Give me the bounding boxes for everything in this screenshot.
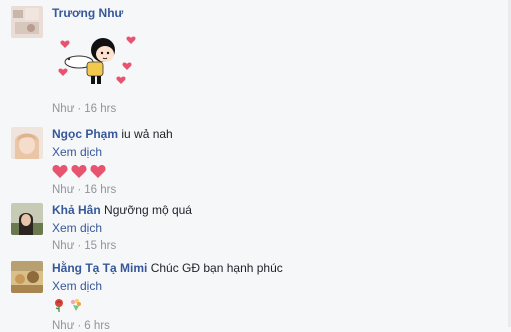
- comment-text: Chúc GĐ bạn hạnh phúc: [150, 261, 283, 275]
- comment-text: iu wả nah: [121, 127, 173, 141]
- avatar[interactable]: [11, 261, 43, 293]
- emoji-row: [52, 298, 492, 315]
- timestamp[interactable]: 6 hrs: [84, 320, 110, 332]
- comment-item: Khả Hân Ngưỡng mộ quá Xem dịch Như · 15 hr…: [11, 203, 491, 253]
- like-link[interactable]: Như: [52, 320, 74, 332]
- see-translation-link[interactable]: Xem dịch: [52, 145, 492, 159]
- comment-author[interactable]: Ngọc Phạm: [52, 127, 118, 141]
- timestamp[interactable]: 16 hrs: [84, 103, 116, 115]
- heart-emoji-icon: [52, 164, 68, 179]
- comment-meta: Như · 6 hrs: [52, 320, 110, 332]
- comment-author[interactable]: Trương Như: [52, 6, 123, 20]
- heart-emoji-icon: [71, 164, 87, 179]
- comment-item: Trương Như Như · 16 hrs: [11, 6, 491, 118]
- see-translation-link[interactable]: Xem dịch: [52, 279, 492, 293]
- comment-meta: Như · 16 hrs: [52, 103, 117, 115]
- comment-text: Ngưỡng mộ quá: [104, 203, 192, 217]
- emoji-row: [52, 164, 492, 179]
- comment-author[interactable]: Khả Hân: [52, 203, 101, 217]
- avatar[interactable]: [11, 6, 43, 38]
- timestamp[interactable]: 16 hrs: [84, 184, 116, 196]
- timestamp[interactable]: 15 hrs: [84, 240, 116, 252]
- like-link[interactable]: Như: [52, 184, 74, 196]
- comment-item: Hằng Tạ Tạ Mimi Chúc GĐ bạn hạnh phúc Xe…: [11, 261, 492, 332]
- comment-meta: Như · 16 hrs: [52, 184, 117, 196]
- heart-emoji-icon: [90, 164, 106, 179]
- comment-meta: Như · 15 hrs: [52, 240, 117, 252]
- bouquet-emoji-icon: [69, 298, 83, 315]
- like-link[interactable]: Như: [52, 240, 74, 252]
- girl-hugging-bunny-sticker: [55, 34, 141, 90]
- comment-item: Ngọc Phạm iu wả nah Xem dịch Như · 16 hrs: [11, 127, 492, 196]
- see-translation-link[interactable]: Xem dịch: [52, 221, 492, 235]
- avatar[interactable]: [11, 203, 43, 235]
- rose-emoji-icon: [52, 298, 66, 315]
- avatar[interactable]: [11, 127, 43, 159]
- comment-author[interactable]: Hằng Tạ Tạ Mimi: [52, 261, 147, 275]
- like-link[interactable]: Như: [52, 103, 74, 115]
